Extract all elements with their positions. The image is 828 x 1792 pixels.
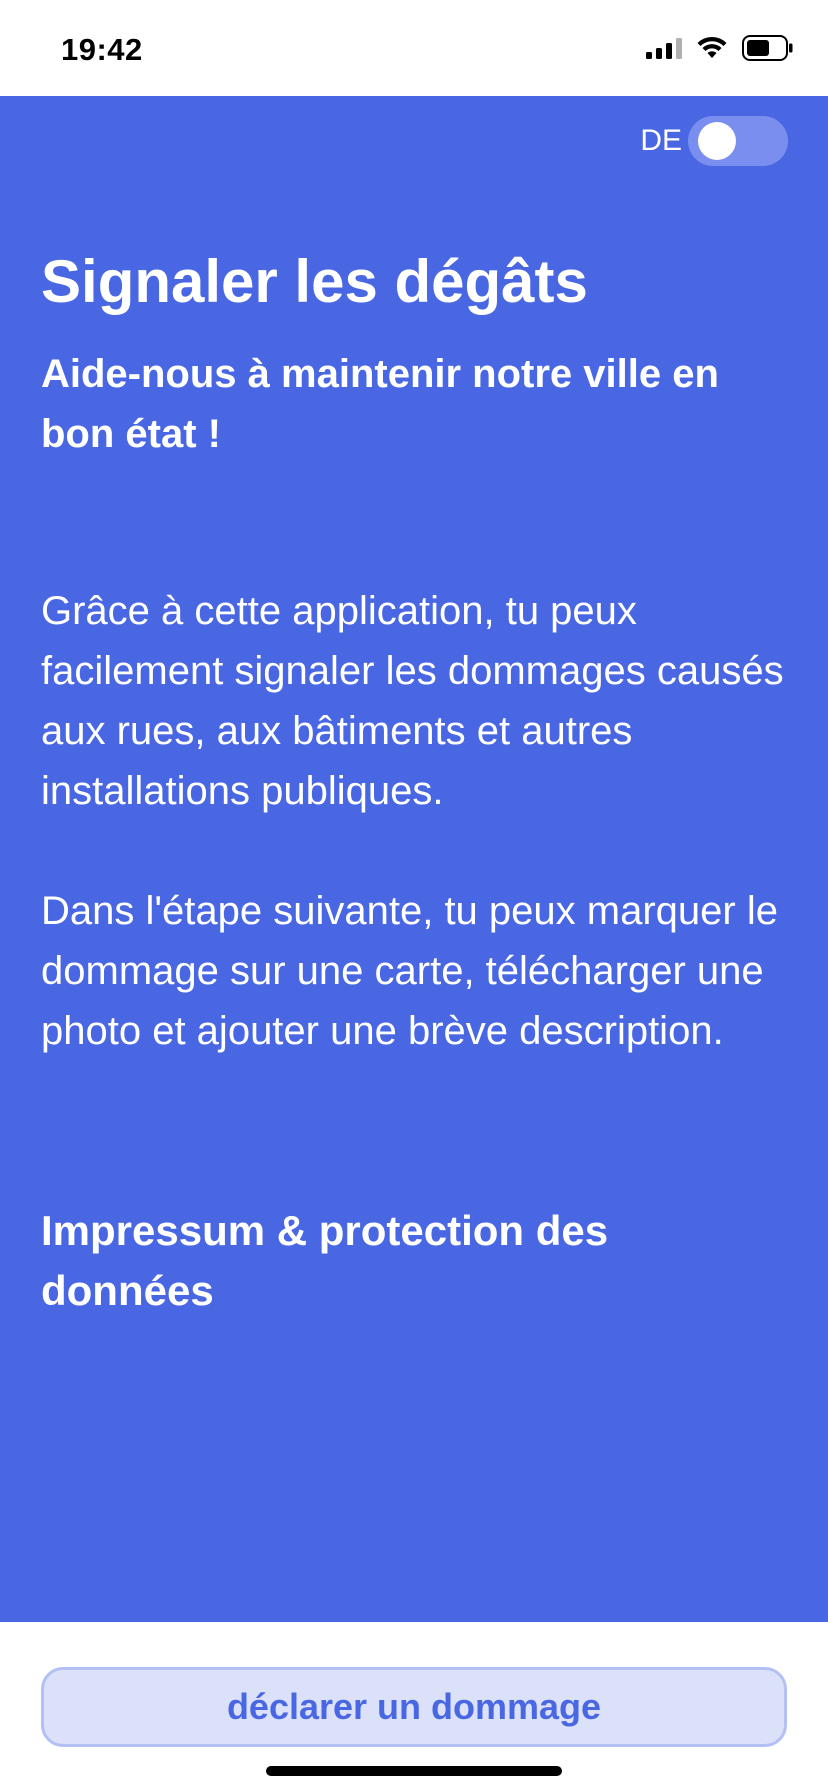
bottom-bar: déclarer un dommage [0, 1622, 828, 1792]
switch-knob [698, 122, 736, 160]
impressum-link[interactable]: Impressum & protection des données [41, 1201, 781, 1321]
status-bar: 19:42 [0, 0, 828, 96]
page-subtitle: Aide-nous à maintenir notre ville en bon… [41, 352, 719, 456]
status-time: 19:42 [61, 32, 143, 67]
main-panel: DE Signaler les dégâts Aide-nous à maint… [0, 96, 828, 1622]
status-icons [646, 34, 794, 66]
intro-paragraph-2: Dans l'étape suivante, tu peux marquer l… [41, 889, 778, 1053]
report-damage-button[interactable]: déclarer un dommage [41, 1667, 787, 1747]
wifi-icon [696, 36, 728, 65]
language-label: DE [640, 124, 682, 157]
page-title: Signaler les dégâts [41, 248, 588, 315]
battery-icon [742, 34, 794, 66]
signal-icon [646, 37, 682, 64]
language-toggle[interactable]: DE [640, 116, 788, 166]
language-switch[interactable] [688, 116, 788, 166]
intro-paragraph-1: Grâce à cette application, tu peux facil… [41, 589, 784, 813]
home-indicator [266, 1766, 562, 1776]
